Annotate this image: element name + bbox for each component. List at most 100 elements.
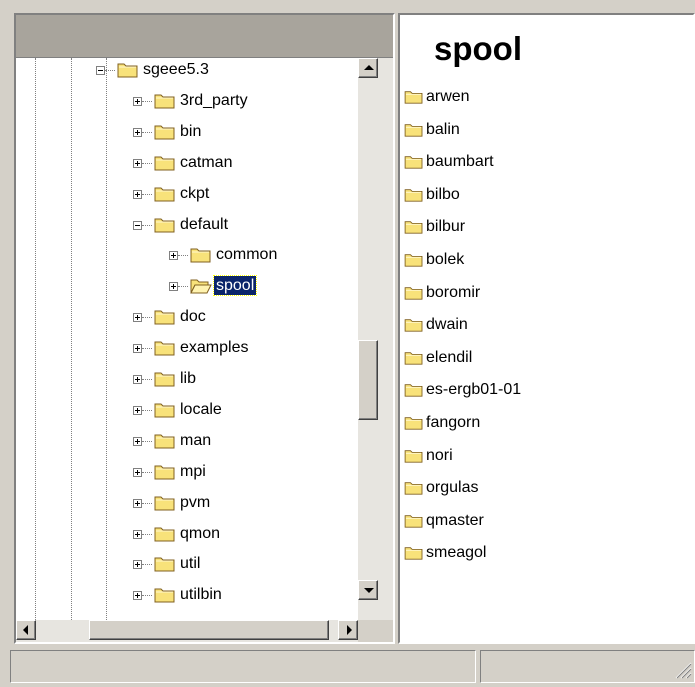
- tree-item[interactable]: utilbin: [16, 583, 356, 613]
- folder-icon: [404, 123, 423, 137]
- tree-item-label: 3rd_party: [180, 92, 248, 109]
- plus-box-icon[interactable]: [133, 437, 142, 446]
- scroll-left-button[interactable]: [16, 620, 36, 640]
- tree-item[interactable]: bin: [16, 120, 356, 150]
- tree-connector: [142, 503, 152, 504]
- tree-item[interactable]: spool: [16, 274, 356, 304]
- resize-grip-icon[interactable]: [674, 661, 692, 679]
- status-panel-secondary: [480, 650, 695, 683]
- plus-box-icon[interactable]: [133, 560, 142, 569]
- folder-contents-pane[interactable]: spool arwen balin baumbart bilbo bilbur bolek…: [398, 13, 695, 644]
- tree-item-label: spool: [212, 275, 258, 296]
- tree-item[interactable]: man: [16, 429, 356, 459]
- folder-tree[interactable]: sgeee5.3 3rd_partybin catman ckpt default com…: [16, 58, 358, 620]
- list-item-label: elendil: [426, 348, 473, 366]
- folder-icon: [154, 341, 175, 356]
- arrow-up-icon: [364, 65, 374, 70]
- plus-box-icon[interactable]: [133, 344, 142, 353]
- tree-item[interactable]: 3rd_party: [16, 89, 356, 119]
- tree-item-label: locale: [180, 401, 222, 418]
- tree-connector: [142, 225, 152, 226]
- folder-tree-pane[interactable]: sgeee5.3 3rd_partybin catman ckpt default com…: [14, 13, 395, 644]
- plus-box-icon[interactable]: [133, 313, 142, 322]
- scrollbar-corner: [358, 620, 393, 642]
- plus-box-icon[interactable]: [133, 530, 142, 539]
- plus-box-icon[interactable]: [133, 159, 142, 168]
- tree-item[interactable]: mpi: [16, 460, 356, 490]
- tree-connector: [142, 379, 152, 380]
- folder-icon: [154, 557, 175, 572]
- list-item-label: arwen: [426, 88, 470, 105]
- list-item-label: smeagol: [426, 544, 487, 562]
- tree-item[interactable]: util: [16, 552, 356, 582]
- folder-icon: [154, 403, 175, 418]
- folder-icon: [190, 248, 211, 263]
- scroll-down-button[interactable]: [358, 580, 378, 600]
- tree-connector: [142, 194, 152, 195]
- tree-connector: [178, 286, 188, 287]
- tree-item-label: catman: [180, 154, 233, 171]
- tree-item-label: sgeee5.3: [143, 61, 209, 78]
- folder-icon: [404, 221, 423, 235]
- horizontal-scrollbar[interactable]: [16, 620, 358, 642]
- minus-box-icon[interactable]: [96, 66, 105, 75]
- plus-box-icon[interactable]: [169, 282, 178, 291]
- tree-connector: [142, 472, 152, 473]
- tree-item[interactable]: doc: [16, 305, 356, 335]
- tree-connector: [142, 348, 152, 349]
- tree-item[interactable]: ckpt: [16, 182, 356, 212]
- tree-item[interactable]: pvm: [16, 491, 356, 521]
- tree-item-label: doc: [180, 308, 206, 325]
- plus-box-icon[interactable]: [133, 591, 142, 600]
- scroll-up-button[interactable]: [358, 58, 378, 78]
- tree-root-item[interactable]: sgeee5.3: [16, 58, 356, 88]
- tree-connector: [142, 534, 152, 535]
- tree-connector: [178, 255, 188, 256]
- plus-box-icon[interactable]: [133, 406, 142, 415]
- tree-item-label: default: [180, 216, 229, 233]
- open-folder-icon: [190, 279, 212, 294]
- vertical-scroll-thumb[interactable]: [358, 339, 378, 420]
- vertical-scrollbar[interactable]: [358, 58, 393, 620]
- plus-box-icon[interactable]: [169, 251, 178, 260]
- tree-item[interactable]: locale: [16, 398, 356, 428]
- folder-icon: [154, 187, 175, 202]
- tree-item[interactable]: examples: [16, 336, 356, 366]
- folder-icon: [154, 434, 175, 449]
- plus-box-icon[interactable]: [133, 190, 142, 199]
- tree-item[interactable]: default: [16, 213, 356, 243]
- plus-box-icon[interactable]: [133, 128, 142, 137]
- folder-icon: [404, 91, 423, 104]
- tree-item[interactable]: common: [16, 243, 356, 273]
- scroll-right-button[interactable]: [338, 620, 358, 640]
- minus-box-icon[interactable]: [133, 221, 142, 230]
- tree-connector: [142, 101, 152, 102]
- horizontal-scroll-thumb[interactable]: [88, 620, 329, 640]
- folder-icon: [404, 189, 423, 202]
- list-item-label: baumbart: [426, 153, 494, 171]
- plus-box-icon[interactable]: [133, 375, 142, 384]
- tree-item-label: common: [216, 246, 278, 263]
- arrow-down-icon: [364, 588, 374, 593]
- folder-icon: [117, 63, 138, 78]
- folder-icon: [154, 496, 175, 511]
- list-item-label: nori: [426, 446, 453, 464]
- plus-box-icon[interactable]: [133, 97, 142, 106]
- folder-icon: [154, 527, 175, 542]
- tree-connector: [142, 595, 152, 596]
- list-item-label: es-ergb01-01: [426, 381, 522, 399]
- tree-item-label: qmon: [180, 525, 221, 542]
- tree-item-label: utilbin: [180, 586, 222, 603]
- list-item-label: qmaster: [426, 511, 484, 529]
- tree-item[interactable]: catman: [16, 151, 356, 181]
- arrow-right-icon: [347, 625, 352, 635]
- list-item-label: balin: [426, 120, 460, 138]
- tree-item[interactable]: lib: [16, 367, 356, 397]
- folder-icon: [404, 449, 423, 463]
- plus-box-icon[interactable]: [133, 468, 142, 477]
- tree-item-label: mpi: [180, 463, 206, 480]
- plus-box-icon[interactable]: [133, 499, 142, 508]
- tree-item[interactable]: qmon: [16, 522, 356, 552]
- folder-icon: [404, 384, 423, 398]
- folder-icon: [404, 319, 423, 332]
